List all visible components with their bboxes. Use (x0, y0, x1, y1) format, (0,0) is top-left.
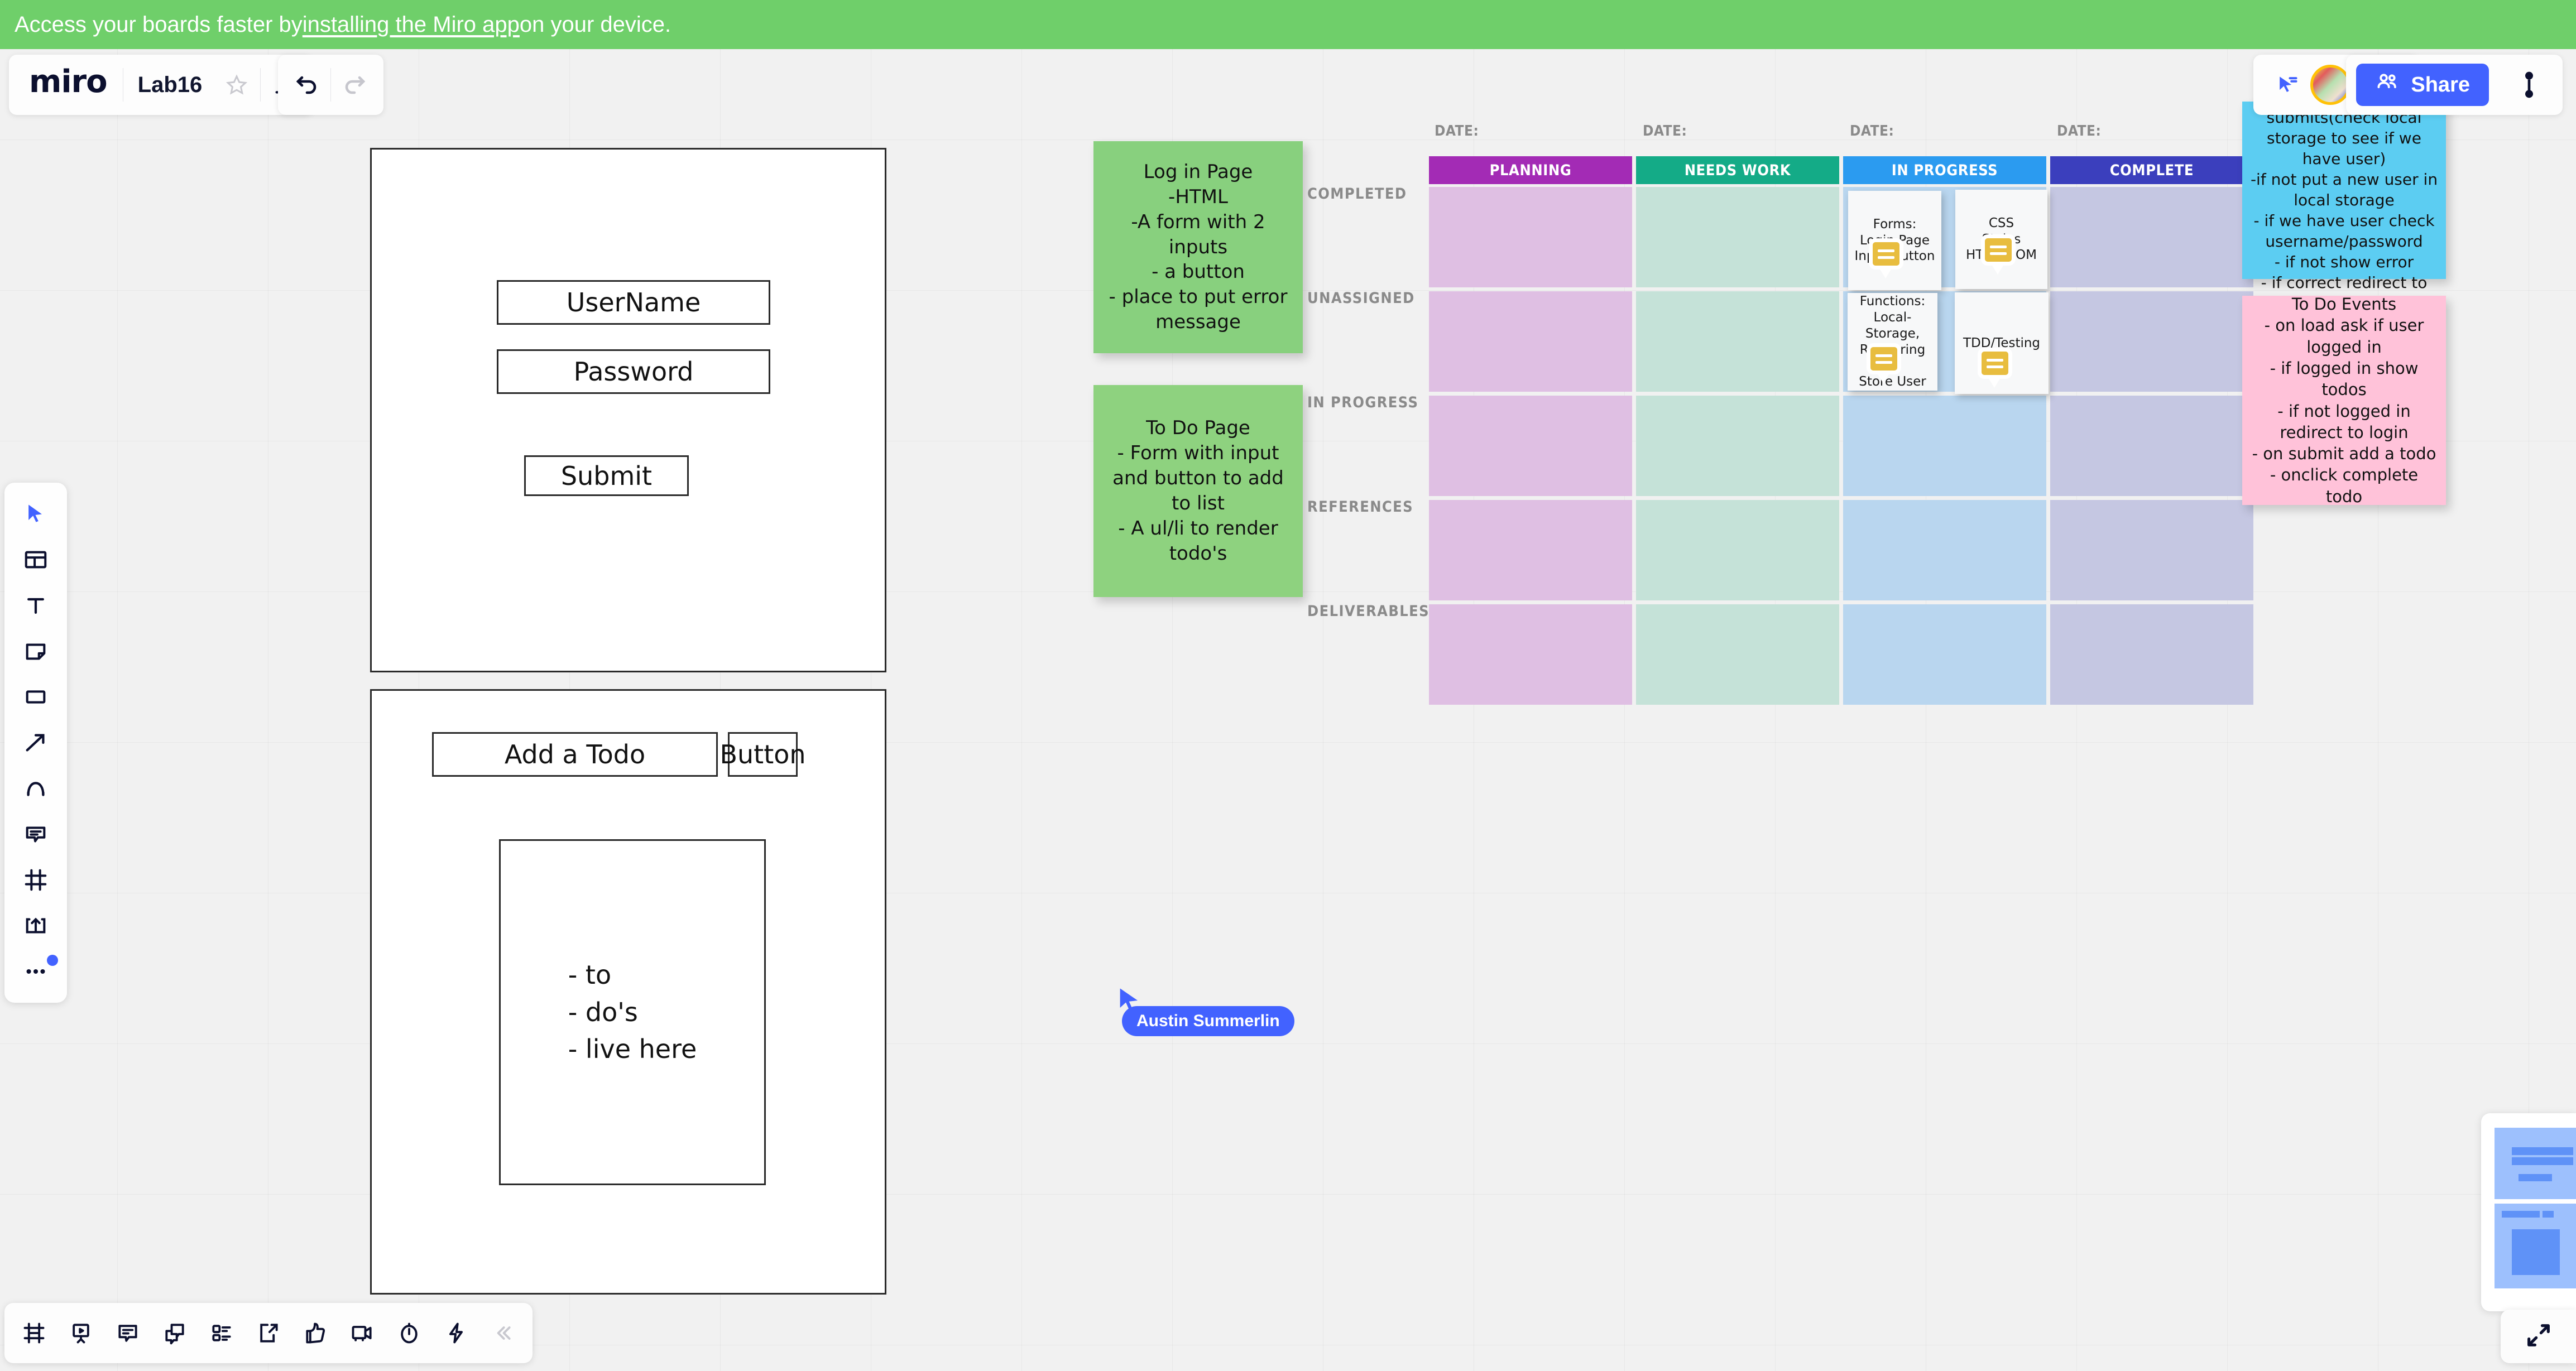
miro-logo[interactable]: miro (15, 66, 123, 103)
share-button[interactable]: Share (2356, 64, 2489, 106)
minimap-frame-thumbnail[interactable] (2495, 1204, 2576, 1288)
kanban-row-label-references: REFERENCES (1307, 498, 1414, 516)
chat-icon[interactable] (153, 1311, 196, 1355)
kanban-row-label-completed: COMPLETED (1307, 185, 1407, 203)
comment-tool[interactable] (10, 812, 61, 857)
star-icon[interactable] (213, 61, 260, 108)
people-icon (2375, 70, 2400, 100)
more-tools[interactable] (10, 949, 61, 994)
kanban-cell[interactable] (2050, 604, 2253, 705)
redo-icon[interactable] (331, 61, 378, 108)
banner-text-before: Access your boards faster by (15, 12, 303, 37)
kanban-row-label-deliverables: DELIVERABLES (1307, 603, 1430, 620)
kanban-row-label-in-progress: IN PROGRESS (1307, 394, 1419, 411)
history-controls (278, 55, 383, 115)
share-button-label: Share (2411, 73, 2470, 97)
bottom-toolbar (4, 1303, 533, 1363)
wireframe-password-input[interactable]: Password (497, 349, 770, 394)
comment-badge-icon[interactable] (1867, 343, 1901, 383)
comment-list-icon[interactable] (106, 1311, 150, 1355)
wireframe-add-todo-button[interactable]: Button (719, 732, 806, 777)
avatar[interactable] (2310, 65, 2350, 105)
kanban-cell[interactable] (2050, 396, 2253, 496)
todo-page-wireframe[interactable]: Add a Todo Button - to - do's - live her… (370, 689, 886, 1295)
fit-to-screen-button[interactable] (2501, 1310, 2576, 1363)
kanban-cell[interactable] (1636, 187, 1839, 287)
wireframe-todo-list: - to - do's - live here (499, 839, 766, 1185)
connector-tool[interactable] (10, 720, 61, 765)
text-tool[interactable] (10, 583, 61, 628)
card-list-icon[interactable] (200, 1311, 243, 1355)
kanban-cell[interactable] (1429, 291, 1632, 392)
kanban-cell[interactable] (1843, 396, 2046, 496)
wireframe-submit-button[interactable]: Submit (524, 455, 689, 496)
kanban-date-in-progress[interactable]: DATE: (1850, 123, 1894, 139)
sticky-note-events-login-page[interactable]: Events Login Page - When user submits(ch… (2242, 67, 2446, 312)
kanban-cell[interactable] (1429, 187, 1632, 287)
comment-badge-icon[interactable] (1978, 348, 2012, 388)
export-icon[interactable] (247, 1311, 290, 1355)
video-icon[interactable] (340, 1311, 384, 1355)
kanban-cell[interactable] (1636, 500, 1839, 600)
timer-icon[interactable] (387, 1311, 431, 1355)
kanban-date-complete[interactable]: DATE: (2057, 123, 2101, 139)
more-options-icon[interactable] (2506, 61, 2553, 108)
kanban-date-planning[interactable]: DATE: (1435, 123, 1479, 139)
select-tool[interactable] (10, 492, 61, 536)
collapse-toolbar-icon[interactable] (481, 1311, 525, 1355)
remote-user-name-label: Austin Summerlin (1122, 1006, 1294, 1036)
sticky-note-login-page[interactable]: Log in Page -HTML -A form with 2 inputs … (1093, 141, 1303, 353)
board-header-left: miro Lab16 (9, 55, 314, 115)
kanban-cell[interactable] (2050, 500, 2253, 600)
minimap-frame-thumbnail[interactable] (2495, 1128, 2576, 1199)
install-app-banner: Access your boards faster by installing … (0, 0, 2576, 49)
left-toolbar (4, 483, 67, 1003)
frames-icon[interactable] (12, 1311, 56, 1355)
kanban-column-header-in-progress[interactable]: IN PROGRESS (1843, 156, 2046, 184)
templates-tool[interactable] (10, 537, 61, 582)
sticky-note-todo-page[interactable]: To Do Page - Form with input and button … (1093, 385, 1303, 597)
kanban-column-header-needs-work[interactable]: NEEDS WORK (1636, 156, 1839, 184)
minimap-panel[interactable] (2481, 1113, 2576, 1311)
kanban-card-functions[interactable]: Functions: Local-Storage, Rendering Stor… (1848, 293, 1937, 391)
kanban-cell[interactable] (1636, 291, 1839, 392)
share-panel: Share (2346, 55, 2563, 115)
kanban-cell[interactable] (1429, 500, 1632, 600)
pen-tool[interactable] (10, 766, 61, 811)
board-title[interactable]: Lab16 (123, 73, 214, 98)
banner-text-after: on your device. (519, 12, 671, 37)
cursor-share-icon[interactable] (2263, 61, 2310, 108)
wireframe-username-input[interactable]: UserName (497, 280, 770, 325)
install-miro-app-link[interactable]: installing the Miro app (303, 12, 520, 37)
sticky-note-tool[interactable] (10, 629, 61, 674)
frame-tool[interactable] (10, 858, 61, 902)
presentation-icon[interactable] (59, 1311, 103, 1355)
comment-badge-icon[interactable] (1869, 238, 1903, 278)
kanban-row-label-unassigned: UNASSIGNED (1307, 290, 1415, 307)
shape-tool[interactable] (10, 675, 61, 719)
kanban-cell[interactable] (2050, 187, 2253, 287)
sticky-note-todo-events[interactable]: To Do Events - on load ask if user logge… (2242, 295, 2446, 506)
comment-badge-icon[interactable] (1981, 234, 2016, 275)
thumbs-up-icon[interactable] (294, 1311, 337, 1355)
wireframe-add-todo-input[interactable]: Add a Todo (432, 732, 718, 777)
upload-tool[interactable] (10, 903, 61, 948)
kanban-cell[interactable] (1636, 604, 1839, 705)
kanban-column-header-planning[interactable]: PLANNING (1429, 156, 1632, 184)
kanban-cell[interactable] (1843, 604, 2046, 705)
login-page-wireframe[interactable]: UserName Password Submit (370, 148, 886, 672)
lightning-icon[interactable] (434, 1311, 478, 1355)
kanban-cell[interactable] (1429, 604, 1632, 705)
undo-icon[interactable] (284, 61, 330, 108)
kanban-cell[interactable] (2050, 291, 2253, 392)
kanban-cell[interactable] (1429, 396, 1632, 496)
new-badge-dot (47, 955, 58, 966)
kanban-cell[interactable] (1843, 500, 2046, 600)
kanban-date-needs-work[interactable]: DATE: (1643, 123, 1687, 139)
kanban-cell[interactable] (1636, 396, 1839, 496)
kanban-column-header-complete[interactable]: COMPLETE (2050, 156, 2253, 184)
expand-icon (2524, 1321, 2553, 1353)
